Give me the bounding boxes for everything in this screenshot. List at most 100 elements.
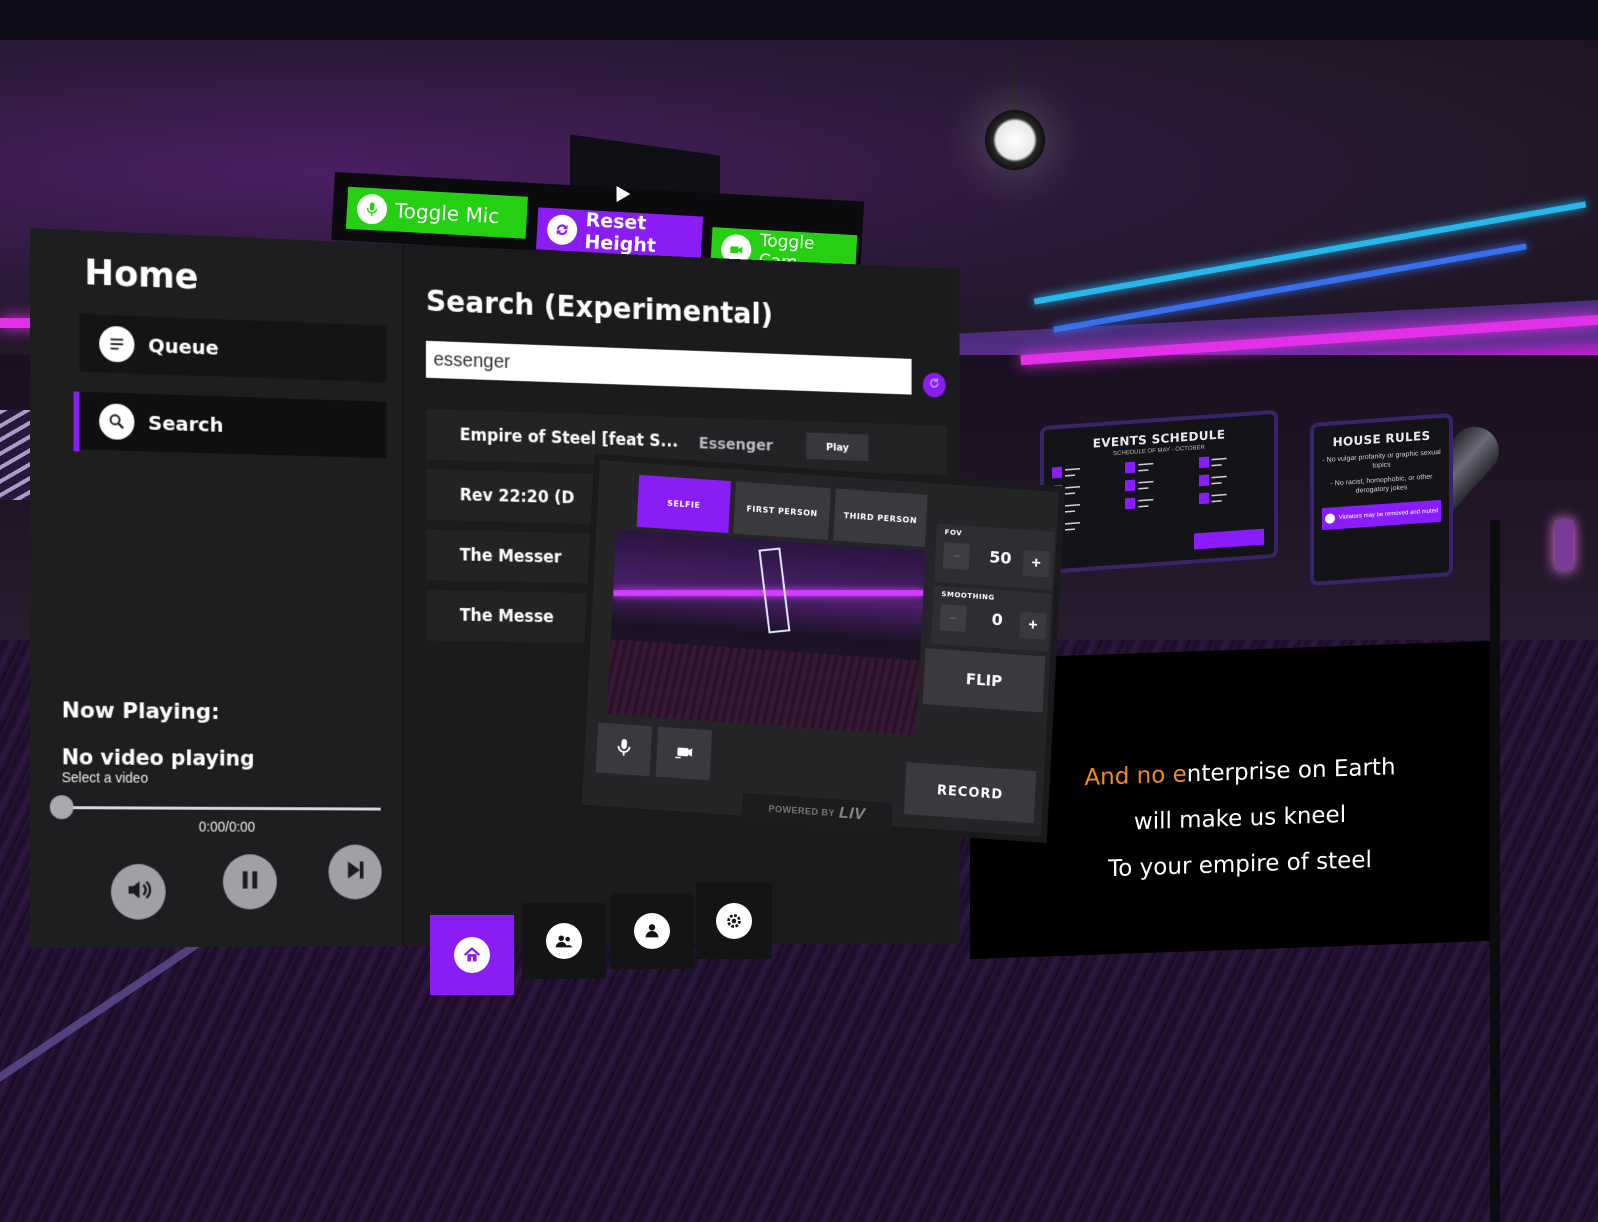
event-item: ▬▬▬ ▬▬ [1125, 476, 1192, 493]
tab-third-person[interactable]: THIRD PERSON [833, 488, 928, 547]
event-item: ▬▬▬ ▬▬ [1198, 471, 1266, 488]
event-text: ▬▬▬ ▬▬ [1211, 455, 1227, 469]
event-date-badge [1198, 492, 1209, 505]
sidebar: Home Queue Search Now Playing: No video … [30, 228, 405, 948]
page-title: Search (Experimental) [425, 284, 774, 332]
event-item: ▬▬▬ ▬▬ [1198, 489, 1266, 506]
nav-people-button[interactable] [522, 903, 606, 979]
event-item: ▬▬▬ ▬▬ [1198, 453, 1266, 470]
smoothing-setting: SMOOTHING − 0 + [930, 585, 1052, 652]
smoothing-decrease-button[interactable]: − [939, 604, 967, 632]
event-item: ▬▬▬ ▬▬ [1125, 458, 1192, 475]
refresh-icon [927, 375, 941, 395]
search-refresh-button[interactable] [922, 372, 946, 398]
lyric-sung-part: And no e [1084, 761, 1187, 792]
lyrics: And no enterprise on Earth will make us … [1030, 742, 1450, 895]
rules-cta: Violators may be removed and muted [1322, 499, 1441, 531]
nav-settings-button[interactable] [696, 883, 772, 959]
toggle-mic-label: Toggle Mic [394, 198, 500, 229]
sidebar-title: Home [84, 252, 199, 298]
smoothing-value: 0 [991, 609, 1004, 630]
liv-camera-panel: SELFIE FIRST PERSON THIRD PERSON FOV − 5… [581, 460, 1069, 862]
liv-logo: LIV [838, 804, 866, 824]
event-date-badge [1125, 461, 1136, 474]
skip-next-button[interactable] [328, 844, 382, 900]
profile-icon [634, 913, 670, 949]
event-text: ▬▬▬ ▬▬ [1138, 496, 1154, 510]
camera-preview [606, 529, 926, 736]
sidebar-item-label: Queue [148, 333, 219, 360]
fov-setting: FOV − 50 + [934, 523, 1055, 590]
result-artist: Essenger [698, 433, 773, 454]
now-playing-subtitle: Select a video [61, 769, 149, 786]
record-button[interactable]: RECORD [903, 762, 1037, 824]
event-list: ▬▬▬ ▬▬ ▬▬▬ ▬▬ ▬▬▬ ▬▬ ▬▬▬ ▬▬ ▬▬▬ ▬▬ ▬▬▬ ▬▬ ▬▬▬ ▬▬ ▬▬▬ ▬▬… [1044, 446, 1274, 540]
playback-controls [81, 844, 382, 920]
fov-increase-button[interactable]: + [1022, 549, 1050, 578]
event-date-badge [1198, 474, 1209, 487]
play-button[interactable]: Play [806, 432, 869, 461]
playback-time: 0:00/0:00 [198, 818, 256, 835]
event-date-badge [1125, 479, 1136, 492]
home-icon [454, 937, 490, 973]
event-text: ▬▬▬ ▬▬ [1065, 465, 1080, 479]
liv-camera-switch-button[interactable] [655, 726, 713, 781]
events-schedule-poster: EVENTS SCHEDULE SCHEDULE OF MAY - OCTOBE… [1040, 409, 1278, 575]
event-date-badge [1125, 497, 1136, 510]
event-item: ▬▬▬ ▬▬ [1052, 463, 1119, 480]
lyric-unsung-part: nterprise on Earth [1186, 754, 1396, 788]
volume-button[interactable] [110, 864, 166, 920]
now-playing-status: No video playing [61, 745, 255, 771]
tab-selfie[interactable]: SELFIE [636, 474, 732, 534]
volume-icon [124, 874, 153, 909]
playback-progress-thumb[interactable] [49, 795, 74, 820]
spotlight [985, 110, 1045, 170]
playback-progress-track[interactable] [61, 806, 381, 811]
flip-button[interactable]: FLIP [922, 648, 1046, 713]
fov-decrease-button[interactable]: − [942, 542, 971, 570]
gear-icon [716, 903, 752, 939]
bottom-nav [430, 883, 780, 995]
search-result-row[interactable]: Empire of Steel [feat S... Essenger Play [425, 408, 947, 475]
pause-icon [236, 865, 265, 900]
nav-home-button[interactable] [430, 915, 514, 995]
tab-first-person[interactable]: FIRST PERSON [733, 481, 831, 541]
sidebar-item-label: Search [148, 410, 224, 437]
rules-cta-text: Violators may be removed and muted [1338, 508, 1439, 521]
skip-next-icon [341, 855, 369, 889]
refresh-icon [546, 213, 578, 246]
mic-stand [1490, 520, 1500, 1222]
camera-switch-icon [672, 739, 695, 767]
info-icon [1324, 513, 1335, 524]
event-date-badge [1052, 466, 1062, 479]
reset-height-label: Reset Height [583, 209, 657, 258]
sidebar-item-search[interactable]: Search [79, 391, 387, 459]
people-icon [546, 923, 582, 959]
search-icon [99, 403, 135, 441]
poster-cta [1194, 528, 1264, 550]
wall-light [1555, 520, 1573, 570]
house-rules-poster: HOUSE RULES - No vulgar profanity or gra… [1310, 413, 1453, 586]
microphone-icon [612, 735, 635, 763]
liv-mic-button[interactable] [595, 722, 653, 777]
event-text: ▬▬▬ ▬▬ [1211, 491, 1227, 505]
search-input[interactable] [425, 340, 912, 395]
spotlight-mount [1012, 55, 1015, 110]
fov-value: 50 [988, 547, 1013, 568]
event-text: ▬▬▬ ▬▬ [1138, 460, 1154, 474]
event-date-badge [1198, 456, 1209, 469]
result-title: Empire of Steel [feat S... [459, 425, 679, 452]
smoothing-label: SMOOTHING [941, 590, 995, 602]
fov-label: FOV [944, 528, 963, 538]
event-text: ▬▬▬ ▬▬ [1211, 473, 1227, 487]
sidebar-item-queue[interactable]: Queue [79, 313, 387, 383]
nav-profile-button[interactable] [610, 893, 694, 969]
microphone-icon [356, 193, 388, 225]
now-playing-heading: Now Playing: [61, 698, 220, 725]
powered-by-text: POWERED BY [768, 803, 836, 819]
now-playing-section: Now Playing: No video playing Select a v… [49, 698, 390, 920]
event-item: ▬▬▬ ▬▬ [1125, 494, 1192, 511]
event-text: ▬▬▬ ▬▬ [1138, 478, 1154, 492]
pause-button[interactable] [222, 854, 277, 910]
smoothing-increase-button[interactable]: + [1019, 611, 1047, 640]
